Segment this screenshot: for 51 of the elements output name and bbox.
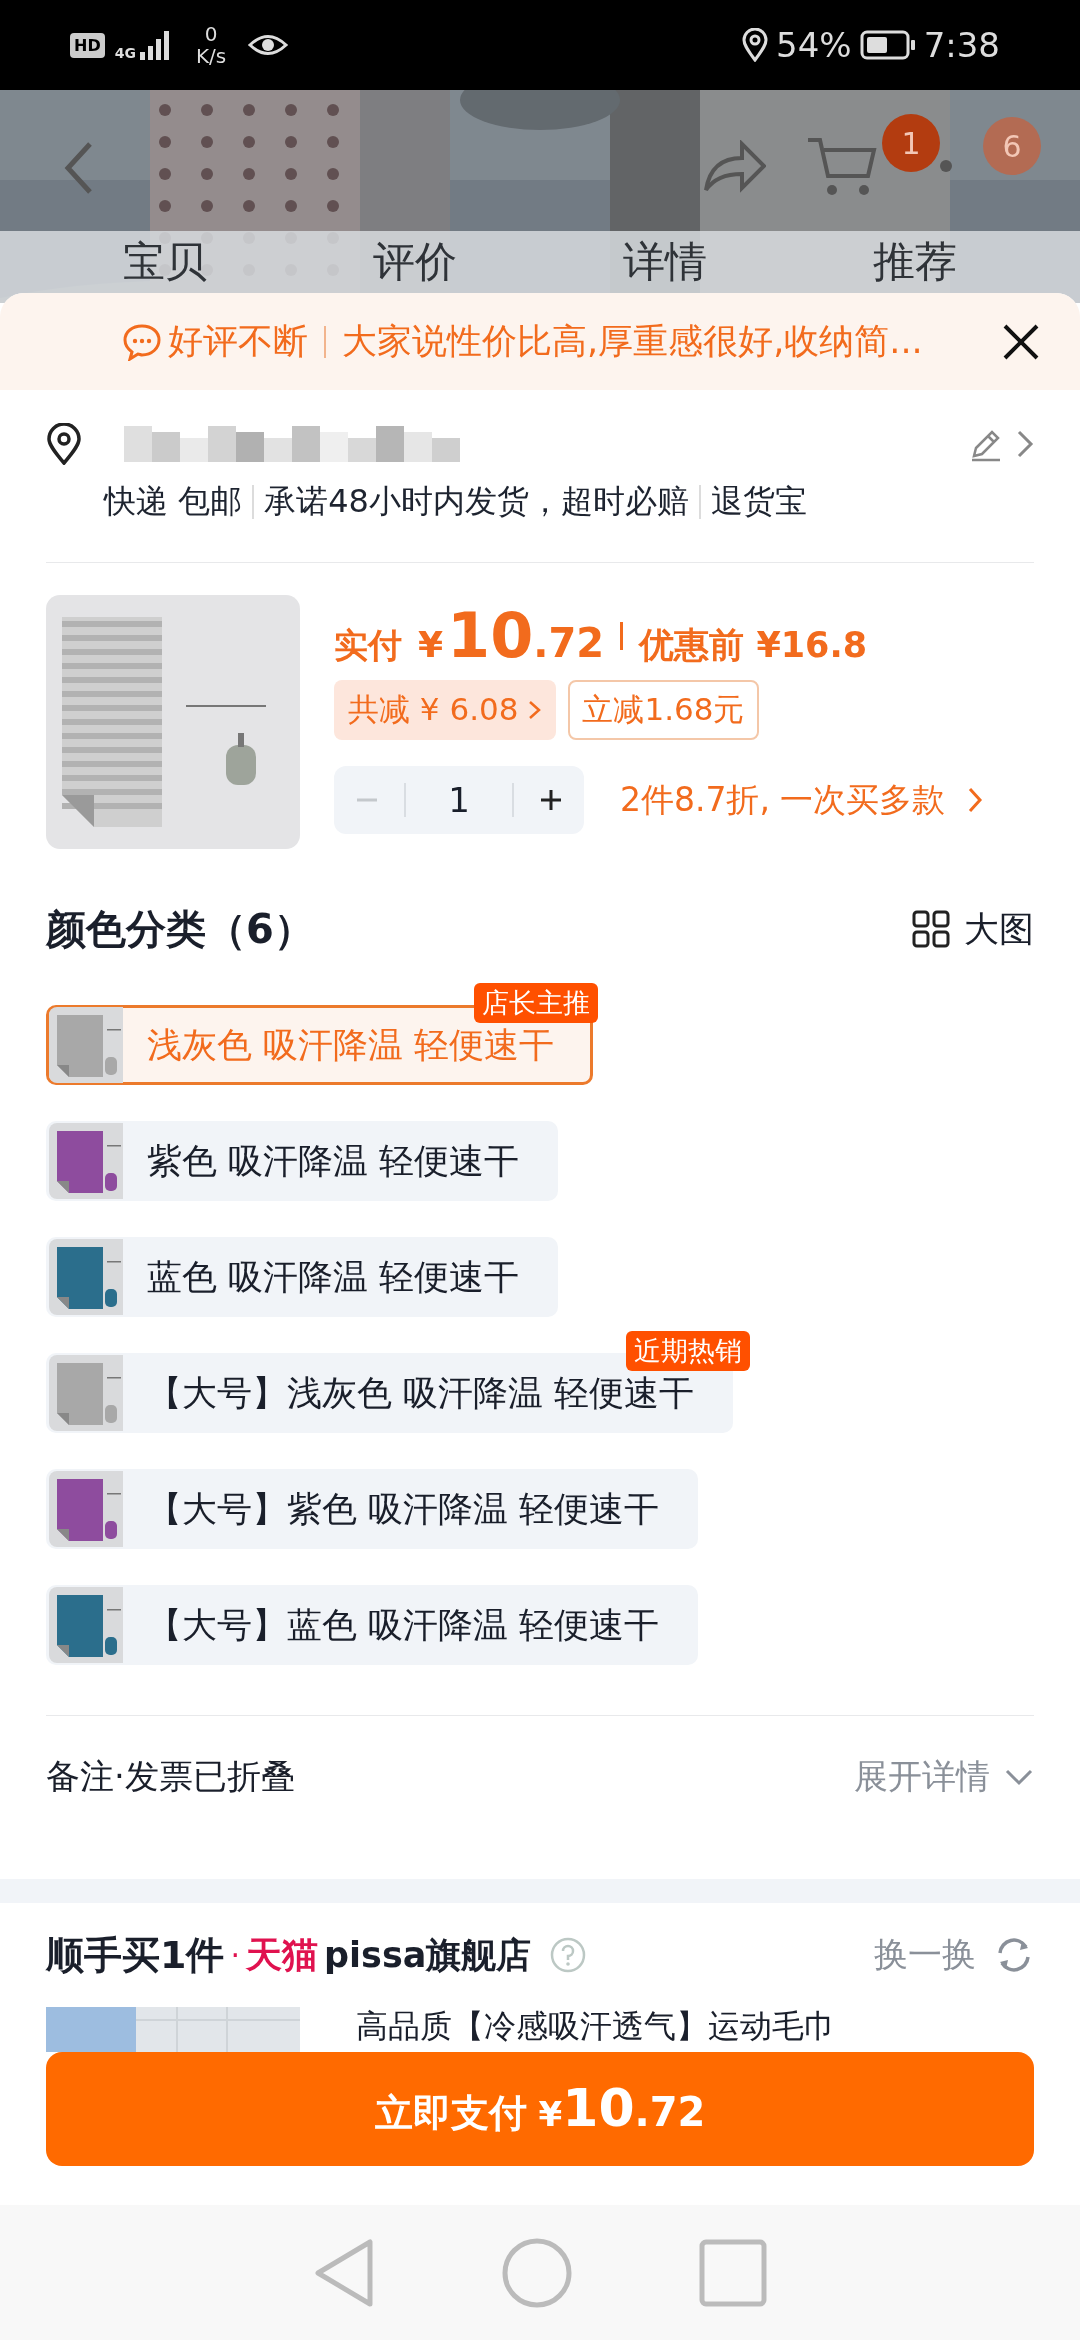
delivery-info: 快递 包邮	[104, 481, 243, 522]
recents-nav-icon[interactable]	[697, 2237, 768, 2308]
chevron-right-icon	[967, 786, 984, 814]
variant-option[interactable]: 【大号】蓝色 吸汗降温 轻便速干	[46, 1585, 699, 1665]
brand-name: 天猫	[246, 1932, 318, 1977]
store-name: pissa旗舰店	[324, 1933, 532, 1977]
tab[interactable]: 推荐	[873, 235, 957, 289]
promo-badge: 近期热销	[626, 1331, 750, 1371]
dot-icon	[940, 160, 952, 172]
instant-discount-tag: 立减1.68元	[568, 680, 759, 740]
help-icon[interactable]	[549, 1936, 588, 1974]
promo-badge: 店长主推	[474, 983, 598, 1023]
battery-icon	[859, 30, 916, 60]
product-title: 高品质【冷感吸汗透气】运动毛巾	[356, 2007, 836, 2045]
chevron-right-icon	[528, 699, 543, 721]
original-price: 优惠前 ¥16.8	[639, 624, 868, 667]
chevron-right-icon[interactable]	[1016, 429, 1034, 459]
review-tag: 好评不断	[168, 318, 308, 365]
clock: 7:38	[923, 25, 1000, 65]
grid-icon	[912, 910, 950, 948]
hd-indicator: HD	[70, 32, 105, 58]
big-view-toggle[interactable]: 大图	[912, 905, 1034, 953]
close-icon[interactable]	[1002, 322, 1040, 361]
remarks-label: 备注·发票已折叠	[46, 1754, 295, 1798]
speed-value: 0	[204, 23, 218, 45]
share-icon[interactable]	[702, 140, 766, 194]
variant-option[interactable]: 紫色 吸汗降温 轻便速干	[46, 1121, 559, 1201]
location-icon	[742, 28, 769, 62]
speed-unit: K/s	[195, 45, 227, 67]
tab[interactable]: 宝贝	[123, 235, 207, 289]
variant-option[interactable]: 蓝色 吸汗降温 轻便速干	[46, 1237, 559, 1317]
battery-percent: 54%	[776, 25, 852, 65]
chevron-down-icon	[1004, 1767, 1034, 1786]
section-title: 颜色分类（6）	[46, 904, 314, 954]
delivery-info: 承诺48小时内发货，超时必赔	[264, 481, 689, 522]
home-nav-icon[interactable]	[501, 2236, 573, 2309]
price-label: 实付	[334, 624, 402, 667]
chat-bubble-icon	[122, 322, 162, 361]
eye-icon	[248, 32, 289, 58]
review-summary: 大家说性价比高,厚重感很好,收纳简...	[342, 320, 924, 363]
price-amount: ¥10.72	[418, 599, 605, 672]
quantity-value[interactable]: 1	[423, 780, 494, 820]
back-icon[interactable]	[64, 140, 94, 196]
addon-title: 顺手买1件	[46, 1931, 225, 1979]
location-pin-icon	[46, 423, 82, 465]
separator-dot: ·	[230, 1937, 240, 1973]
tab[interactable]: 详情	[623, 235, 707, 289]
network-label: 4G	[114, 45, 136, 61]
delivery-info: 退货宝	[710, 481, 807, 522]
tab[interactable]: 评价	[373, 235, 457, 289]
variant-option[interactable]: 【大号】紫色 吸汗降温 轻便速干	[46, 1469, 699, 1549]
